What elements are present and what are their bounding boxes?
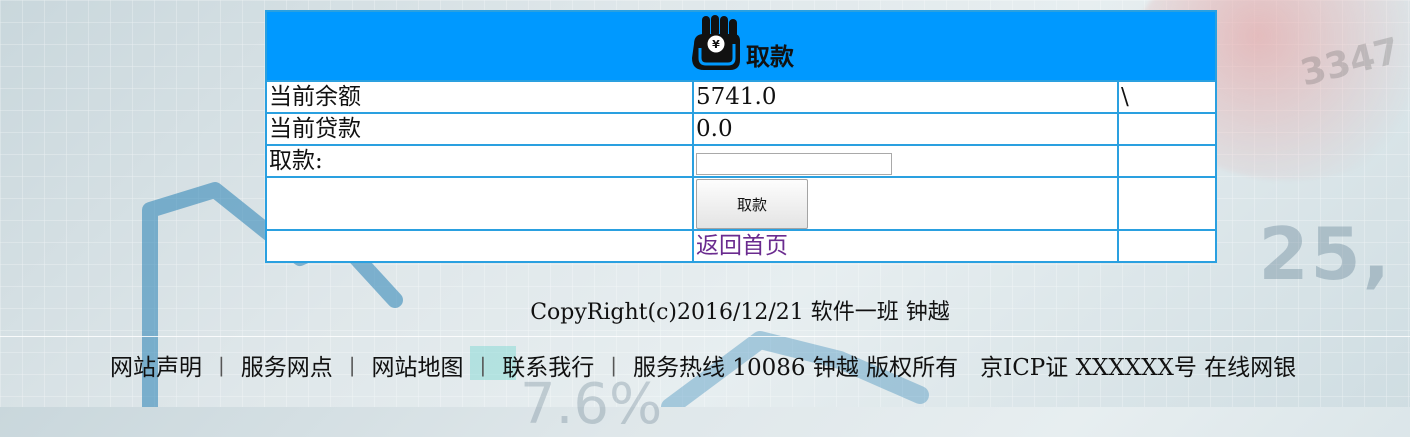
footer-separator: | [479, 353, 487, 377]
panel-header: ¥ 取款 [264, 10, 1218, 82]
submit-row-extra [1116, 176, 1218, 231]
withdraw-button[interactable]: 取款 [696, 179, 808, 228]
table-row-loan: 当前贷款 0.0 [265, 112, 1218, 146]
table-row-withdraw-amount: 取款: [265, 144, 1218, 178]
home-row-empty [265, 229, 694, 263]
footer-link-contact[interactable]: 联系我行 [502, 348, 594, 382]
footer-separator: | [348, 353, 356, 377]
withdraw-panel: ¥ 取款 当前余额 5741.0 \ 当前贷款 0.0 取款: 取款 返回首页 [264, 10, 1218, 263]
footer-separator: | [218, 353, 225, 377]
balance-extra: \ [1116, 80, 1218, 114]
loan-label: 当前贷款 [265, 112, 694, 146]
home-cell: 返回首页 [692, 229, 1119, 263]
withdraw-amount-extra [1116, 144, 1218, 178]
background-number-large: 25, [1258, 212, 1392, 296]
table-row-balance: 当前余额 5741.0 \ [265, 80, 1218, 114]
table-row-home: 返回首页 [265, 229, 1218, 263]
submit-cell: 取款 [692, 176, 1119, 231]
back-home-link[interactable]: 返回首页 [696, 233, 788, 259]
footer-link-sitemap[interactable]: 网站地图 [372, 348, 464, 382]
table-row-submit: 取款 [265, 176, 1218, 231]
withdraw-table: ¥ 取款 当前余额 5741.0 \ 当前贷款 0.0 取款: 取款 返回首页 [264, 10, 1218, 263]
page-title: 取款 [746, 43, 794, 71]
footer-link-statement[interactable]: 网站声明 [110, 348, 202, 382]
withdraw-amount-label: 取款: [265, 144, 694, 178]
footer-divider [0, 336, 1410, 337]
wallet-yen-icon: ¥ [692, 15, 740, 70]
footer-link-branches[interactable]: 服务网点 [241, 348, 333, 382]
balance-value: 5741.0 [692, 80, 1119, 114]
footer-separator: | [610, 353, 617, 377]
footer-hotline: 服务热线 10086 钟越 版权所有 [633, 355, 959, 381]
footer: 网站声明 | 服务网点 | 网站地图 | 联系我行 | 服务热线 10086 钟… [110, 348, 1296, 382]
withdraw-amount-cell [692, 144, 1119, 178]
loan-extra [1116, 112, 1218, 146]
loan-value: 0.0 [692, 112, 1119, 146]
footer-icp: 京ICP证 XXXXXX号 在线网银 [980, 355, 1297, 381]
home-row-extra [1116, 229, 1218, 263]
submit-row-empty [265, 176, 694, 231]
withdraw-amount-input[interactable] [696, 153, 892, 175]
svg-text:¥: ¥ [712, 38, 720, 51]
balance-label: 当前余额 [265, 80, 694, 114]
copyright-text: CopyRight(c)2016/12/21 软件一班 钟越 [530, 300, 950, 325]
